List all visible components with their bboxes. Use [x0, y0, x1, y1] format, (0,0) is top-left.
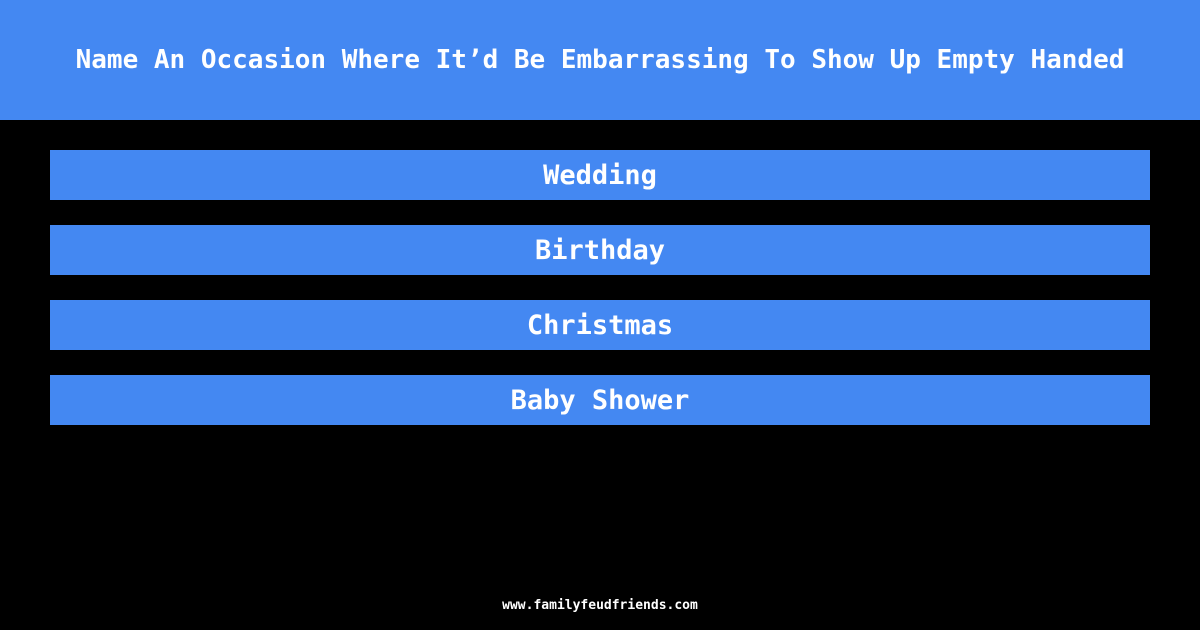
footer-url: www.familyfeudfriends.com — [502, 598, 698, 613]
question-title: Name An Occasion Where It’d Be Embarrass… — [75, 45, 1125, 75]
answer-bar: Wedding — [50, 150, 1150, 200]
answer-bar: Christmas — [50, 300, 1150, 350]
question-header: Name An Occasion Where It’d Be Embarrass… — [0, 0, 1200, 120]
answer-list: Wedding Birthday Christmas Baby Shower — [50, 150, 1150, 450]
answer-bar: Baby Shower — [50, 375, 1150, 425]
answer-bar: Birthday — [50, 225, 1150, 275]
